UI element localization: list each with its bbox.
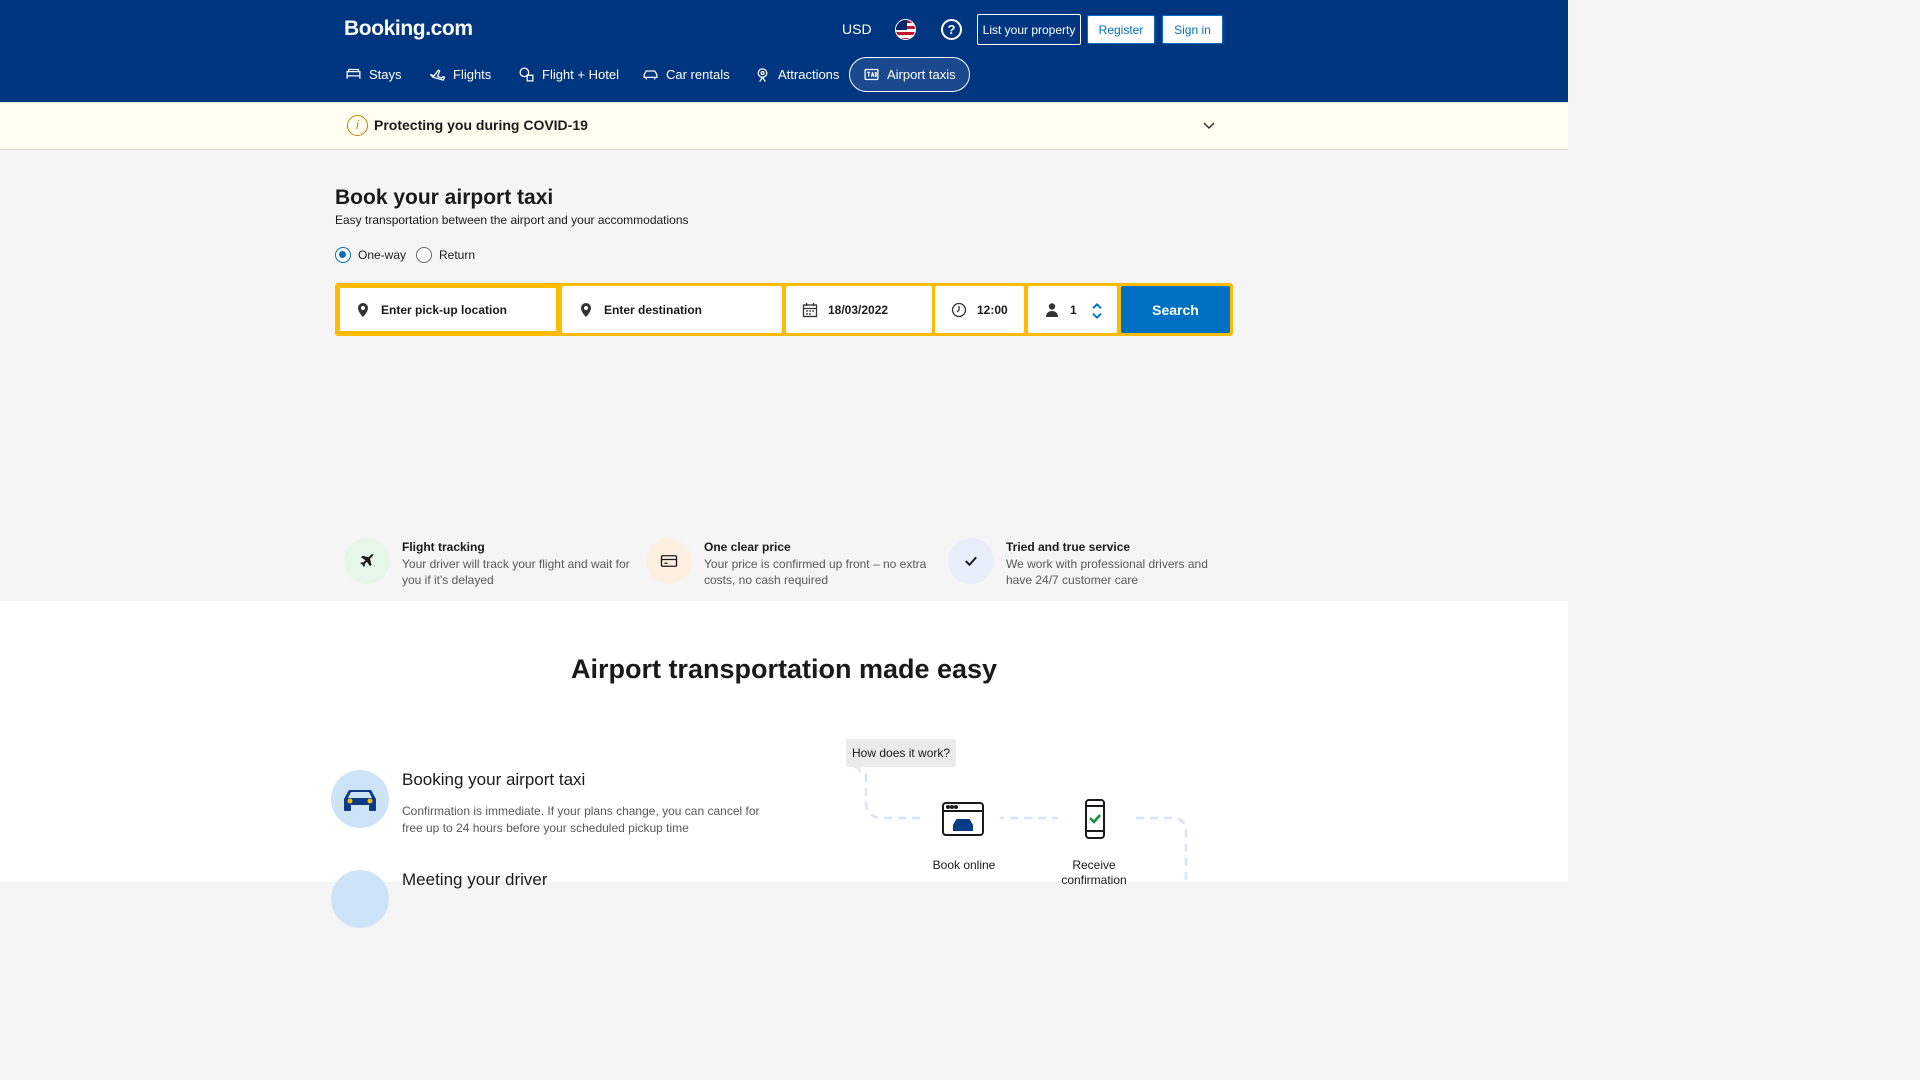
radio-label: One-way — [358, 248, 407, 262]
map-pin-icon — [581, 302, 591, 317]
section-title: Airport transportation made easy — [570, 654, 998, 684]
nav-car-rentals[interactable]: Car rentals — [641, 57, 731, 92]
feature-flight-tracking: Flight tracking Your driver will track y… — [344, 538, 634, 598]
nav-label: Flights — [453, 67, 492, 82]
feature-tried-service: Tried and true service We work with prof… — [948, 538, 1238, 598]
nav-label: Attractions — [778, 67, 840, 82]
one-way-radio[interactable]: One-way — [335, 247, 406, 263]
taxi-icon — [864, 68, 879, 81]
book-online-icon — [932, 788, 994, 850]
return-radio[interactable]: Return — [416, 247, 475, 263]
car-icon — [344, 790, 376, 811]
diagram-label: Book online — [932, 858, 996, 872]
plane-icon — [360, 553, 374, 567]
search-bar: Enter pick-up location Enter destination… — [335, 283, 1233, 336]
credit-card-icon — [660, 555, 678, 567]
currency-selector[interactable]: USD — [842, 21, 872, 37]
flight-hotel-icon — [519, 67, 534, 82]
chevron-down-icon[interactable] — [1203, 119, 1215, 131]
radio-label: Return — [439, 248, 476, 262]
nav-flight-hotel[interactable]: Flight + Hotel — [517, 57, 620, 92]
page-subtitle: Easy transportation between the airport … — [335, 213, 689, 227]
step-title: Meeting your driver — [402, 870, 548, 889]
date-field[interactable]: 18/03/2022 — [786, 286, 932, 333]
feature-title: Tried and true service — [1006, 540, 1131, 554]
nav-airport-taxis[interactable]: Airport taxis — [849, 57, 970, 92]
search-button[interactable]: Search — [1121, 286, 1230, 333]
feature-icon-bg — [948, 538, 994, 584]
page-title: Book your airport taxi — [335, 186, 554, 209]
destination-field[interactable]: Enter destination — [562, 286, 782, 333]
passengers-field[interactable]: 1 — [1028, 286, 1117, 333]
feature-title: One clear price — [704, 540, 791, 554]
step-icon-bg — [331, 870, 389, 928]
nav-label: Car rentals — [666, 67, 730, 82]
radio-dot-icon — [416, 247, 432, 263]
nav-flights[interactable]: Flights — [428, 57, 492, 92]
site-header: Booking.com USD ? List your property Reg… — [0, 0, 1568, 102]
feature-desc: Your driver will track your flight and w… — [402, 557, 630, 587]
phone-confirmation-icon — [1064, 788, 1126, 850]
help-icon[interactable]: ? — [941, 19, 962, 40]
time-field[interactable]: 12:00 — [935, 286, 1024, 333]
plane-icon — [429, 69, 446, 81]
bed-icon — [346, 68, 361, 79]
nav-label: Stays — [369, 67, 402, 82]
sign-in-button[interactable]: Sign in — [1162, 15, 1223, 44]
us-flag-icon[interactable] — [895, 19, 916, 40]
passengers-value: 1 — [1070, 302, 1077, 317]
checkmark-icon — [965, 556, 977, 567]
nav-attractions[interactable]: Attractions — [753, 57, 840, 92]
feature-icon-bg — [344, 538, 390, 584]
list-property-button[interactable]: List your property — [977, 14, 1081, 45]
booking-logo[interactable]: Booking.com — [344, 17, 473, 41]
feature-desc: We work with professional drivers and ha… — [1006, 557, 1208, 587]
how-it-works-bubble: How does it work? — [846, 739, 957, 774]
map-pin-icon — [358, 302, 368, 317]
person-icon — [1046, 302, 1058, 317]
covid-banner-text[interactable]: Protecting you during COVID-19 — [374, 117, 588, 133]
covid-banner[interactable] — [0, 102, 1568, 150]
nav-label: Flight + Hotel — [542, 67, 619, 82]
diagram-label: Receive confirmation — [1061, 858, 1127, 887]
stepper-arrows-icon[interactable] — [1089, 303, 1105, 319]
feature-clear-price: One clear price Your price is confirmed … — [646, 538, 936, 598]
feature-icon-bg — [646, 538, 692, 584]
info-icon: i — [347, 115, 368, 136]
calendar-icon — [802, 302, 818, 317]
step-desc: Confirmation is immediate. If your plans… — [402, 804, 760, 835]
feature-desc: Your price is confirmed up front – no ex… — [704, 557, 927, 587]
clock-icon — [951, 302, 967, 317]
car-icon — [643, 70, 658, 80]
step-icon-bg — [331, 770, 389, 828]
radio-dot-icon — [335, 247, 351, 263]
nav-label: Airport taxis — [887, 67, 956, 82]
date-value: 18/03/2022 — [828, 302, 889, 317]
destination-placeholder: Enter destination — [604, 302, 703, 317]
pickup-placeholder: Enter pick-up location — [381, 302, 508, 317]
nav-stays[interactable]: Stays — [344, 57, 403, 92]
pickup-location-field[interactable]: Enter pick-up location — [338, 286, 558, 333]
step-title: Booking your airport taxi — [402, 770, 586, 789]
how-it-works-section — [0, 601, 1568, 882]
time-value: 12:00 — [977, 302, 1008, 317]
feature-title: Flight tracking — [402, 540, 485, 554]
attractions-icon — [757, 68, 768, 82]
register-button[interactable]: Register — [1087, 15, 1155, 44]
